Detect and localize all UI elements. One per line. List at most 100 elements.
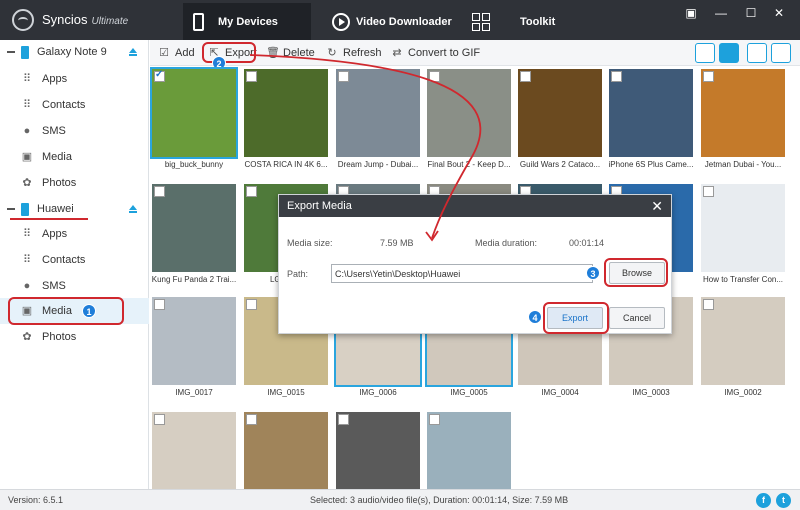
media-tile[interactable]: Jetman Dubai - You... [699, 67, 787, 176]
feedback-icon[interactable]: ▣ [684, 6, 698, 20]
select-checkbox[interactable] [703, 71, 714, 82]
media-tile[interactable]: Final Bout 2 - Keep D... [425, 67, 513, 176]
media-tile[interactable]: IMG_0017 [150, 295, 238, 404]
select-checkbox[interactable] [246, 299, 257, 310]
list-view-button[interactable] [695, 43, 715, 63]
facebook-icon[interactable]: f [756, 493, 771, 508]
sidebar-item-apps[interactable]: ⠿ Apps [0, 221, 149, 247]
sidebar-item-sms[interactable]: ● SMS [0, 273, 149, 299]
syncios-logo-icon [12, 9, 34, 31]
media-thumbnail[interactable] [150, 67, 238, 159]
grid-view-button[interactable] [719, 43, 739, 63]
sidebar-item-label: Contacts [42, 254, 86, 266]
media-tile[interactable]: iPhone 6S Plus Came... [607, 67, 695, 176]
close-button[interactable]: ✕ [772, 6, 786, 20]
sidebar-item-photos[interactable]: ✿ Photos [0, 170, 149, 196]
select-checkbox[interactable] [246, 414, 257, 425]
sidebar-item-photos[interactable]: ✿ Photos [0, 324, 149, 350]
media-tile[interactable]: Guild Wars 2 Cataco... [516, 67, 604, 176]
select-checkbox[interactable] [429, 414, 440, 425]
twitter-icon[interactable]: t [776, 493, 791, 508]
tab-toolkit[interactable]: Toolkit [462, 3, 582, 40]
media-tile-label: Final Bout 2 - Keep D... [427, 160, 511, 169]
tab-my-devices[interactable]: My Devices [183, 3, 311, 40]
media-thumbnail[interactable] [518, 69, 602, 157]
media-tile[interactable]: How to Transfer Con... [699, 182, 787, 291]
select-checkbox[interactable] [520, 71, 531, 82]
device-name: Huawei [37, 203, 74, 215]
media-thumbnail[interactable] [701, 69, 785, 157]
video-filter-button[interactable] [771, 43, 791, 63]
select-checkbox[interactable] [154, 69, 165, 82]
media-thumbnail[interactable] [336, 69, 420, 157]
select-checkbox[interactable] [154, 299, 165, 310]
sidebar-item-apps[interactable]: ⠿ Apps [0, 66, 149, 92]
select-checkbox[interactable] [338, 414, 349, 425]
delete-button[interactable]: 🗑 Delete [266, 45, 315, 61]
select-checkbox[interactable] [246, 71, 257, 82]
media-thumbnail[interactable] [427, 69, 511, 157]
convert-to-gif-button[interactable]: ⇄ Convert to GIF [391, 45, 480, 61]
chat-bubble-icon: ● [23, 280, 31, 292]
app-name: Syncios Ultimate [42, 12, 129, 27]
maximize-button[interactable]: ☐ [744, 6, 758, 20]
refresh-icon: ↻ [327, 47, 337, 59]
step-badge-3: 3 [586, 266, 600, 280]
media-tile[interactable]: Kung Fu Panda 2 Trai... [150, 182, 238, 291]
select-checkbox[interactable] [246, 186, 257, 197]
media-thumbnail[interactable] [427, 412, 511, 500]
media-duration-label: Media duration: [475, 238, 538, 248]
minimize-button[interactable]: — [714, 6, 728, 20]
media-thumbnail[interactable] [152, 184, 236, 272]
sidebar-item-media[interactable]: ▣ Media [0, 144, 149, 170]
device-phone-icon [21, 202, 29, 216]
media-tile-label: big_buck_bunny [164, 160, 224, 169]
sidebar-item-contacts[interactable]: ⠿ Contacts [0, 92, 149, 118]
status-bar: Version: 6.5.1 Selected: 3 audio/video f… [0, 489, 800, 510]
select-checkbox[interactable] [429, 71, 440, 82]
annotation-box-export [202, 42, 256, 63]
media-thumbnail[interactable] [701, 184, 785, 272]
apps-grid-icon: ⠿ [22, 73, 32, 85]
media-thumbnail[interactable] [701, 297, 785, 385]
select-checkbox[interactable] [154, 186, 165, 197]
media-tile[interactable]: IMG_0002 [699, 295, 787, 404]
convert-label: Convert to GIF [408, 47, 481, 59]
media-thumbnail[interactable] [336, 412, 420, 500]
select-checkbox[interactable] [703, 186, 714, 197]
play-icon [332, 12, 350, 31]
media-thumbnail[interactable] [152, 412, 236, 500]
add-button[interactable]: ☑ Add [158, 45, 195, 61]
tab-toolkit-label: Toolkit [520, 15, 556, 28]
media-tile[interactable]: COSTA RICA IN 4K 6... [242, 67, 330, 176]
path-input[interactable] [331, 264, 593, 283]
refresh-label: Refresh [343, 47, 382, 59]
media-thumbnail[interactable] [244, 69, 328, 157]
sidebar-item-contacts[interactable]: ⠿ Contacts [0, 247, 149, 273]
collapse-icon[interactable] [7, 51, 15, 53]
select-checkbox[interactable] [338, 71, 349, 82]
sidebar-item-label: Contacts [42, 99, 86, 111]
select-checkbox[interactable] [154, 414, 165, 425]
eject-icon[interactable] [129, 48, 137, 56]
cancel-button[interactable]: Cancel [609, 307, 665, 329]
music-filter-button[interactable] [747, 43, 767, 63]
sidebar-item-label: Photos [42, 177, 77, 189]
refresh-button[interactable]: ↻ Refresh [326, 45, 382, 61]
media-thumbnail[interactable] [244, 412, 328, 500]
media-tile[interactable]: big_buck_bunny [150, 67, 238, 176]
tab-video-downloader[interactable]: Video Downloader [322, 3, 452, 40]
media-thumbnail[interactable] [609, 69, 693, 157]
photos-icon: ✿ [22, 331, 32, 343]
device-galaxy-note-9[interactable]: Galaxy Note 9 [0, 40, 149, 64]
media-tile[interactable]: Dream Jump - Dubai... [334, 67, 422, 176]
select-checkbox[interactable] [611, 71, 622, 82]
sidebar-item-sms[interactable]: ● SMS [0, 118, 149, 144]
eject-icon[interactable] [129, 205, 137, 213]
path-label: Path: [287, 269, 309, 279]
close-icon[interactable]: ✕ [651, 195, 663, 217]
select-checkbox[interactable] [703, 299, 714, 310]
collapse-icon[interactable] [7, 208, 15, 210]
annotation-box-export-confirm [543, 302, 609, 334]
media-thumbnail[interactable] [152, 297, 236, 385]
